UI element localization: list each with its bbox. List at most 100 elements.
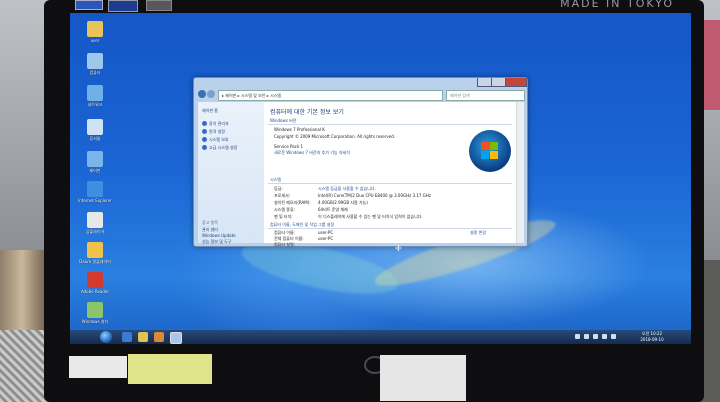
row-value: Intel(R) Core(TM)2 Duo CPU E8400 @ 3.00G… [318, 193, 431, 198]
divider [268, 183, 512, 184]
ie-icon [87, 181, 103, 197]
pane-item-label: 시스템 보호 [209, 137, 229, 142]
paper-note-left [69, 356, 127, 378]
desktop-icon-label: Windows 설치 [81, 319, 109, 324]
address-bar[interactable]: ▸ 제어판 ▸ 시스템 및 보안 ▸ 시스템 [218, 90, 443, 101]
start-button[interactable] [100, 331, 112, 343]
intel-core-sticker [108, 0, 138, 12]
desktop-icon-network[interactable]: 네트워크 [78, 85, 112, 107]
flag-tray-icon[interactable] [602, 334, 607, 339]
desktop-icon-folder[interactable]: user [78, 21, 112, 43]
window-caption[interactable] [194, 78, 527, 88]
player-icon [87, 242, 103, 258]
shield-icon [202, 137, 207, 142]
flag-green [490, 142, 498, 150]
pane-item-label: 장치 관리자 [209, 121, 229, 126]
desktop-icon-label: 네트워크 [87, 102, 103, 107]
keyboard-tray-icon[interactable] [611, 334, 616, 339]
see-also-header: 참고 항목 [202, 220, 218, 225]
taskbar-clock[interactable]: 오전 10:22 2018-09-10 [632, 331, 672, 343]
taskbar: 오전 10:22 2018-09-10 [70, 330, 691, 344]
ie-taskbar-icon[interactable] [122, 332, 132, 342]
busy-cursor-icon: ✛ [395, 244, 402, 253]
navigation-pane: 제어판 홈 장치 관리자 원격 설정 시스템 보호 고급 시스템 설정 참고 항… [198, 102, 264, 245]
row-value[interactable]: 시스템 등급을 사용할 수 없습니다. [318, 186, 376, 192]
flag-blue [481, 151, 489, 159]
desktop-icon-label: Daum 팟플레이어 [79, 259, 111, 264]
media-taskbar-icon[interactable] [154, 332, 164, 342]
acrobat-icon [87, 272, 103, 288]
row-value: user-PC [318, 230, 334, 235]
pane-home-link[interactable]: 제어판 홈 [202, 108, 218, 114]
network-icon [87, 85, 103, 101]
tray-arrow-icon[interactable] [575, 334, 580, 339]
desktop-icon-ie[interactable]: Internet Explorer [78, 181, 112, 203]
copyright-text: Copyright © 2009 Microsoft Corporation. … [274, 134, 396, 139]
see-also-windows-update[interactable]: Windows Update [202, 233, 236, 238]
bezel-brand-text: MADE IN TOKYO [560, 0, 674, 10]
desktop-screen: user 컴퓨터네트워크휴지통제어판 Internet Explorer 곰플레이어 D… [70, 13, 691, 344]
desktop-icon-gom[interactable]: 곰플레이어 [78, 212, 112, 234]
desktop-icon-recycle-bin[interactable]: 휴지통 [78, 119, 112, 141]
search-input[interactable]: 제어판 검색 [446, 90, 525, 101]
wire-basket [0, 330, 50, 402]
explorer-taskbar-icon[interactable] [138, 332, 148, 342]
divider [268, 228, 512, 229]
row-value: user-PC [318, 236, 334, 241]
see-also-performance[interactable]: 성능 정보 및 도구 [202, 239, 232, 245]
recycle-bin-icon [87, 119, 103, 135]
volume-tray-icon[interactable] [593, 334, 598, 339]
change-settings-link[interactable]: 설정 변경 [470, 230, 486, 236]
upgrade-link[interactable]: 새로운 Windows 7 버전의 추가 기능 자세히 [274, 150, 350, 156]
desktop-icon-control-panel[interactable]: 제어판 [78, 151, 112, 173]
forward-arrow-icon[interactable] [207, 90, 215, 98]
vertical-scrollbar[interactable] [516, 102, 524, 243]
paper-note-center [380, 355, 466, 401]
desktop-icon-setup[interactable]: Windows 설치 [78, 302, 112, 324]
pane-item-label: 원격 설정 [209, 129, 225, 134]
row-label: 시스템 종류: [274, 207, 296, 212]
system-window[interactable]: ▸ 제어판 ▸ 시스템 및 보안 ▸ 시스템 제어판 검색 제어판 홈 장치 관… [193, 77, 528, 247]
edition-name: Windows 7 Professional K [274, 127, 325, 132]
desktop-icon-label: Internet Explorer [78, 198, 112, 203]
folder-icon [87, 21, 103, 37]
desktop-icon-label: 휴지통 [89, 136, 101, 141]
desktop-icon-computer[interactable]: 컴퓨터 [78, 53, 112, 75]
row-label: 등급: [274, 186, 283, 191]
main-content: 컴퓨터에 대한 기본 정보 보기 Windows 버전 Windows 7 Pr… [264, 102, 516, 247]
row-label: 컴퓨터 설명: [274, 242, 296, 247]
shield-icon [202, 129, 207, 134]
divider [268, 124, 512, 125]
row-label: 프로세서: [274, 193, 291, 198]
row-label: 설치된 메모리(RAM): [274, 200, 311, 205]
windows-logo-icon [469, 130, 511, 172]
energy-sticker [146, 0, 172, 11]
row-label: 펜 및 터치: [274, 214, 293, 219]
row-value: 4.00GB(2.99GB 사용 가능) [318, 200, 368, 205]
flag-red [481, 142, 489, 150]
control-panel-icon [87, 151, 103, 167]
clock-date: 2018-09-10 [640, 337, 664, 342]
desktop-icon-label: 곰플레이어 [85, 229, 105, 234]
desktop-icon-label: 컴퓨터 [89, 70, 101, 75]
flag-yellow [490, 151, 498, 159]
desktop-icon-label: user [90, 38, 100, 43]
window-body: 제어판 홈 장치 관리자 원격 설정 시스템 보호 고급 시스템 설정 참고 항… [198, 102, 524, 247]
pane-item-label: 고급 시스템 설정 [209, 145, 238, 150]
desktop-icon-label: Adobe Reader [80, 289, 110, 294]
service-pack: Service Pack 1 [274, 144, 304, 149]
desktop-icon-acrobat[interactable]: Adobe Reader [78, 272, 112, 294]
windows-sticker [75, 0, 103, 10]
shield-icon [202, 145, 207, 150]
gom-icon [87, 212, 103, 228]
control-panel-taskbar-icon[interactable] [170, 332, 182, 344]
back-arrow-icon[interactable] [198, 90, 206, 98]
desktop-icon-label: 제어판 [89, 168, 101, 173]
shield-icon [202, 121, 207, 126]
desktop-icon-player[interactable]: Daum 팟플레이어 [78, 242, 112, 264]
setup-icon [87, 302, 103, 318]
close-button[interactable] [505, 78, 527, 87]
network-tray-icon[interactable] [584, 334, 589, 339]
sticky-note [128, 354, 212, 384]
computer-icon [87, 53, 103, 69]
